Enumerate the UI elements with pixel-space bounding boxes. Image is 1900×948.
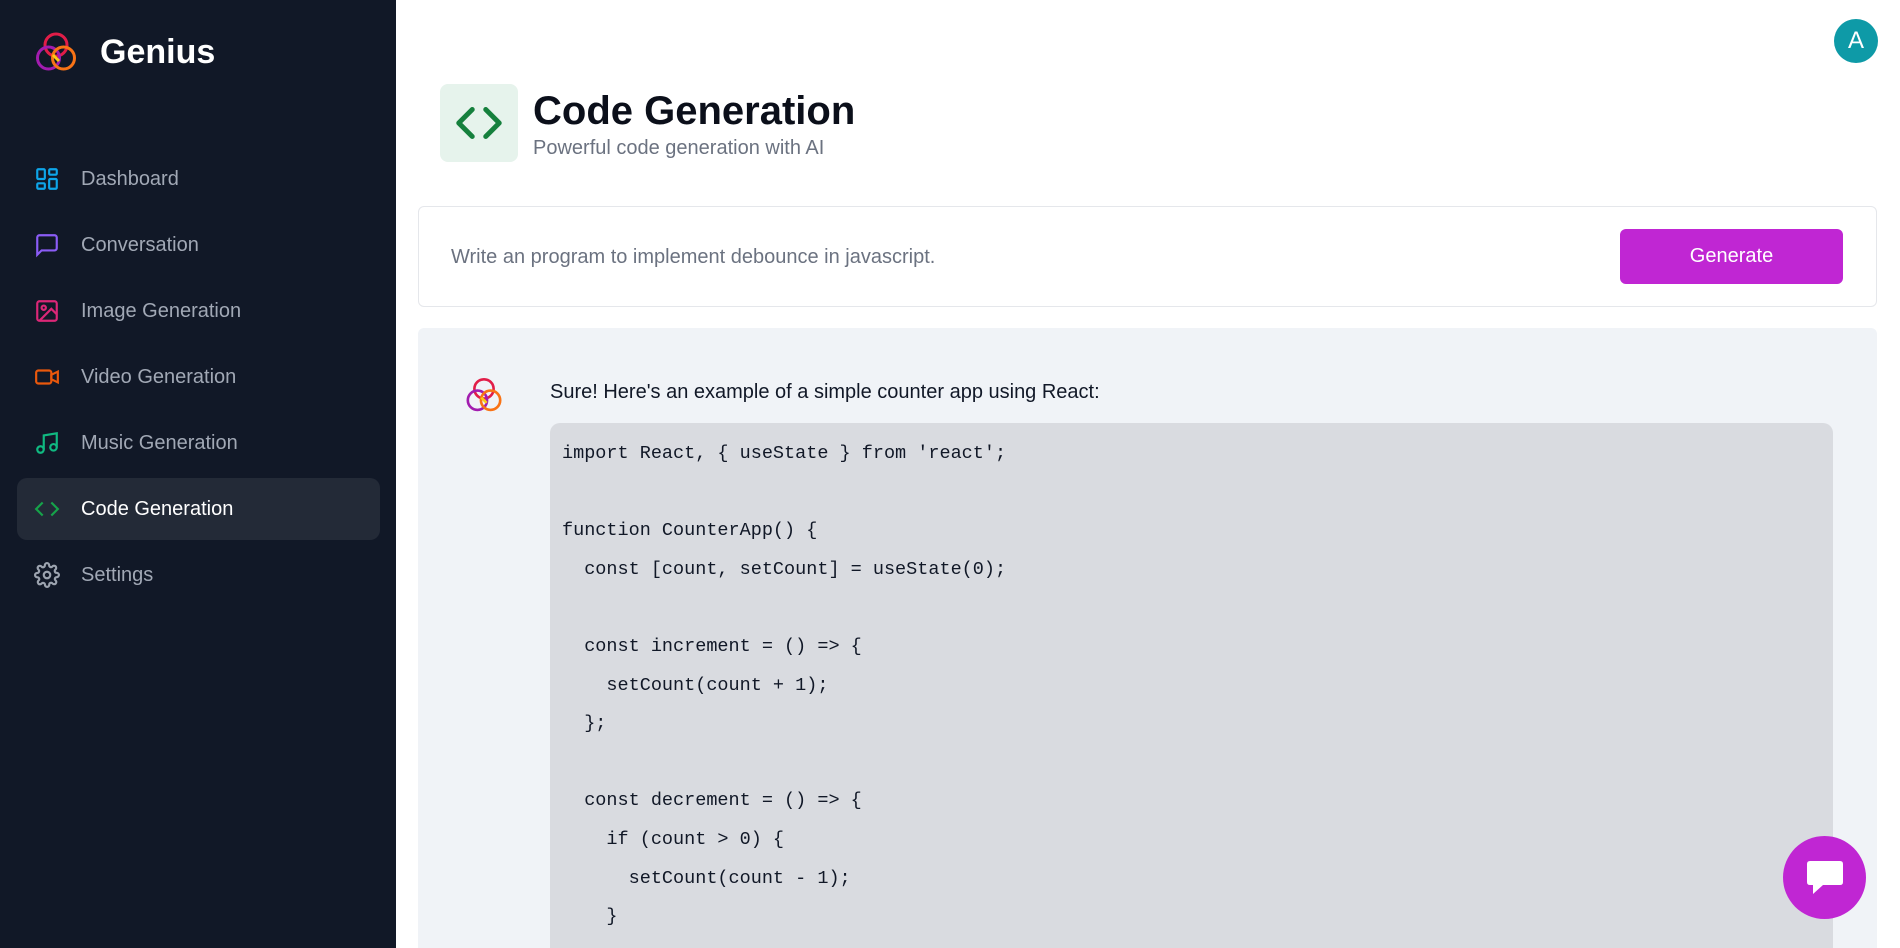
sidebar-item-label: Dashboard (81, 167, 179, 190)
sidebar-item-dashboard[interactable]: Dashboard (17, 148, 380, 210)
sidebar-item-conversation[interactable]: Conversation (17, 214, 380, 276)
image-icon (33, 297, 61, 325)
sidebar-nav: Dashboard Conversation Image Generation (17, 148, 380, 610)
dashboard-icon (33, 165, 61, 193)
prompt-form: Generate (418, 206, 1877, 307)
heading-text: Code Generation Powerful code generation… (533, 87, 855, 160)
user-avatar[interactable]: A (1834, 19, 1878, 63)
genius-logo-icon (36, 32, 76, 71)
sidebar-item-image-generation[interactable]: Image Generation (17, 280, 380, 342)
code-line: const [count, setCount] = useState(0); (562, 558, 1007, 580)
page-subtitle: Powerful code generation with AI (533, 136, 825, 159)
code-line: if (count > 0) { (562, 828, 785, 850)
sidebar-item-code-generation[interactable]: Code Generation (17, 478, 380, 540)
sidebar-item-video-generation[interactable]: Video Generation (17, 346, 380, 408)
sidebar-item-label: Conversation (81, 233, 199, 256)
sidebar-item-label: Music Generation (81, 431, 238, 454)
response-intro: Sure! Here's an example of a simple coun… (550, 381, 1100, 403)
code-line: const decrement = () => { (562, 790, 862, 812)
sidebar-item-label: Settings (81, 563, 154, 586)
settings-icon (33, 561, 61, 589)
sidebar-item-music-generation[interactable]: Music Generation (17, 412, 380, 474)
app-name: Genius (100, 32, 216, 71)
message-square-icon (33, 231, 61, 259)
code-line: function CounterApp() { (562, 520, 818, 542)
music-icon (33, 429, 61, 457)
generate-button[interactable]: Generate (1620, 229, 1843, 284)
prompt-input[interactable] (451, 235, 1601, 279)
chat-bubble-icon (1806, 860, 1843, 894)
sidebar-item-settings[interactable]: Settings (17, 544, 380, 606)
code-block: import React, { useState } from 'react';… (550, 423, 1833, 948)
chat-widget-button[interactable] (1783, 836, 1866, 919)
code-line: setCount(count - 1); (562, 867, 851, 889)
sidebar-item-label: Image Generation (81, 299, 242, 322)
brand[interactable]: Genius (32, 28, 215, 76)
video-icon (33, 363, 61, 391)
genius-logo-icon (466, 377, 502, 412)
page-title: Code Generation (533, 88, 856, 133)
code-icon (440, 84, 518, 162)
sidebar-item-label: Video Generation (81, 365, 237, 388)
code-line: setCount(count + 1); (562, 674, 829, 696)
page-heading: Code Generation Powerful code generation… (440, 84, 855, 162)
code-line: } (562, 906, 618, 928)
sidebar-item-label: Code Generation (81, 497, 234, 520)
code-line: import React, { useState } from 'react'; (562, 443, 1007, 464)
sidebar: Genius Dashboard Conversation Image Gene… (0, 0, 396, 948)
code-line: const increment = () => { (562, 635, 862, 657)
code-icon (33, 495, 61, 523)
response-message: Sure! Here's an example of a simple coun… (418, 328, 1877, 948)
code-line: }; (562, 713, 607, 735)
